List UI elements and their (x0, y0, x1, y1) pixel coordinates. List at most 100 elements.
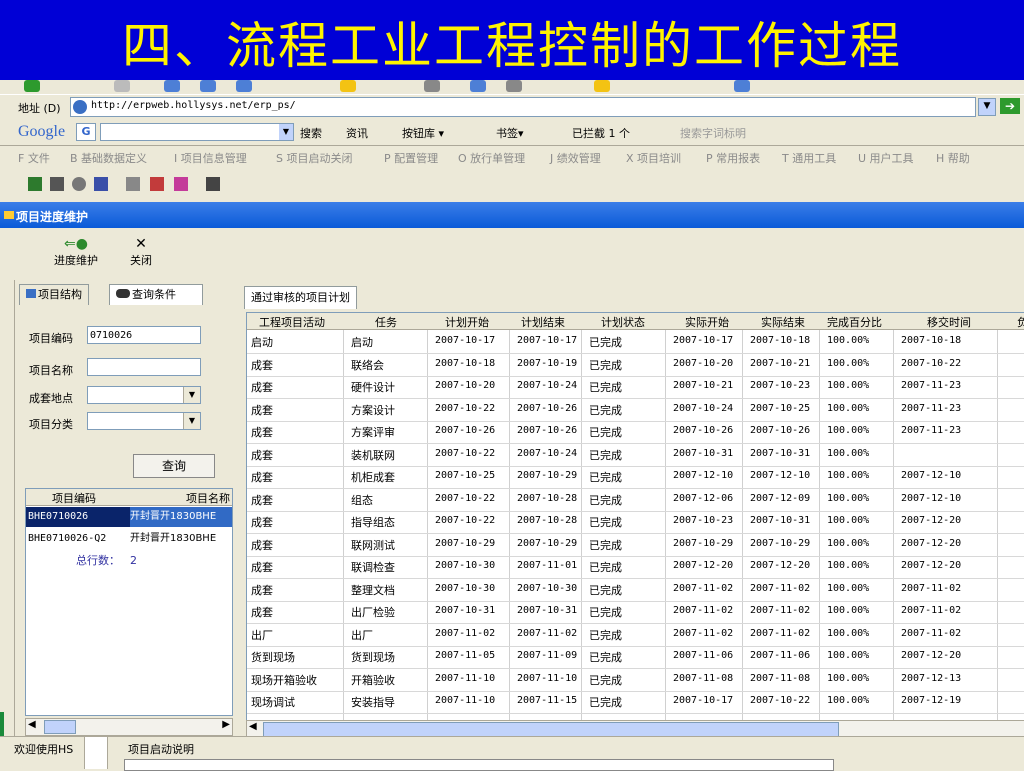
filter-icon[interactable] (174, 177, 188, 191)
menu-config[interactable]: P 配置管理 (384, 150, 438, 166)
table-row[interactable]: 现场调试 安装指导 2007-11-10 2007-11-15 已完成 2007-10-1… (247, 691, 1024, 714)
table-row[interactable]: 成套 装机联网 2007-10-22 2007-10-24 已完成 2007-10-31 2… (247, 444, 1024, 467)
table-row[interactable]: 出厂 出厂 2007-11-02 2007-11-02 已完成 2007-11-02 200… (247, 624, 1024, 647)
row-code: BHE0710026 (26, 507, 130, 527)
address-input[interactable]: http://erpweb.hollysys.net/erp_ps/ (70, 97, 976, 117)
exit-icon[interactable] (206, 177, 220, 191)
query-button[interactable]: 查询 (133, 454, 215, 478)
location-select[interactable]: ▼ (87, 386, 201, 404)
document-icon[interactable] (126, 177, 140, 191)
google-news-button[interactable]: 资讯 (346, 125, 368, 141)
cell-activity: 成套 (251, 381, 273, 394)
table-row[interactable]: 成套 出厂检验 2007-10-31 2007-10-31 已完成 2007-11-02 2… (247, 601, 1024, 624)
scroll-right-icon[interactable]: ▶ (222, 719, 230, 730)
table-row[interactable]: 成套 方案评审 2007-10-26 2007-10-26 已完成 2007-10-26 2… (247, 421, 1024, 444)
scroll-left-icon[interactable]: ◀ (28, 719, 36, 730)
table-row[interactable]: 成套 硬件设计 2007-10-20 2007-10-24 已完成 2007-10-21 2… (247, 376, 1024, 399)
google-bookmarks-button[interactable]: 书签▾ (496, 125, 524, 141)
table-row[interactable]: 启动 启动 2007-10-17 2007-10-17 已完成 2007-10-17 200… (247, 331, 1024, 354)
cell-completion: 100.00% (827, 357, 870, 369)
table-icon[interactable] (94, 177, 108, 191)
messenger-icon[interactable] (734, 80, 750, 92)
scroll-thumb[interactable] (263, 722, 839, 737)
cell-completion: 100.00% (827, 335, 870, 346)
cell-plan-start: 2007-10-22 (435, 515, 496, 526)
cell-actual-start: 2007-11-06 (673, 650, 734, 661)
table-row[interactable]: 现场开箱验收 开箱验收 2007-11-10 2007-11-10 已完成 2007-11… (247, 669, 1024, 692)
print-icon[interactable] (150, 177, 164, 191)
table-row[interactable]: 成套 联络会 2007-10-18 2007-10-19 已完成 2007-10-20 20… (247, 354, 1024, 377)
refresh-icon[interactable] (200, 80, 216, 92)
history-icon[interactable] (424, 80, 440, 92)
table-row[interactable]: 成套 联调检查 2007-10-30 2007-11-01 已完成 2007-12-20 2… (247, 556, 1024, 579)
tab-project-structure[interactable]: 项目结构 (19, 284, 89, 305)
cell-actual-start: 2007-10-21 (673, 380, 734, 391)
table-row[interactable]: 成套 组态 2007-10-22 2007-10-28 已完成 2007-12-06 200… (247, 489, 1024, 512)
cell-plan-status: 已完成 (589, 516, 622, 529)
google-search-dropdown-icon[interactable]: ▼ (279, 124, 293, 140)
cell-activity: 成套 (251, 606, 273, 619)
table-row[interactable]: 成套 整理文档 2007-10-30 2007-10-30 已完成 2007-11-02 2… (247, 579, 1024, 602)
cell-plan-end: 2007-10-19 (517, 357, 578, 369)
address-dropdown-icon[interactable]: ▼ (978, 98, 996, 116)
menu-tools[interactable]: T 通用工具 (782, 150, 836, 166)
project-name-input[interactable] (87, 358, 201, 376)
google-buttons-button[interactable]: 按钮库 ▾ (402, 125, 444, 141)
google-highlight-button[interactable]: 搜索字词标明 (680, 125, 746, 141)
menu-basic-data[interactable]: B 基础数据定义 (70, 150, 147, 166)
stop-icon[interactable] (164, 80, 180, 92)
cell-plan-start: 2007-10-29 (435, 537, 496, 549)
left-horizontal-scrollbar[interactable]: ◀ ▶ (25, 718, 233, 736)
menu-release[interactable]: O 放行单管理 (458, 150, 525, 166)
go-arrow-icon[interactable]: ➔ (1000, 98, 1020, 114)
print-icon[interactable] (506, 80, 522, 92)
menu-project-start-close[interactable]: S 项目启动关闭 (276, 150, 352, 166)
edit-icon[interactable] (594, 80, 610, 92)
menu-file[interactable]: F 文件 (18, 150, 50, 166)
table-row[interactable]: 成套 指导组态 2007-10-22 2007-10-28 已完成 2007-10-23 2… (247, 511, 1024, 534)
back-icon[interactable] (24, 80, 40, 92)
cell-actual-start: 2007-12-10 (673, 470, 734, 481)
forward-icon[interactable] (114, 80, 130, 92)
table-row[interactable]: BHE0710026-Q2 开封晋开1830BHE (26, 529, 232, 549)
table-row[interactable]: 成套 联网测试 2007-10-29 2007-10-29 已完成 2007-10-29 2… (247, 534, 1024, 557)
user-icon[interactable] (72, 177, 86, 191)
scroll-thumb[interactable] (44, 720, 76, 734)
cell-plan-end: 2007-11-15 (517, 695, 578, 706)
cell-completion: 100.00% (827, 515, 870, 526)
menu-reports[interactable]: P 常用报表 (706, 150, 760, 166)
progress-maintain-button[interactable]: ⇐● 进度维护 (48, 236, 104, 268)
cell-plan-start: 2007-10-18 (435, 357, 496, 369)
tab-query-conditions[interactable]: 查询条件 (109, 284, 203, 305)
menu-training[interactable]: X 项目培训 (626, 150, 681, 166)
cell-actual-end: 2007-12-10 (750, 470, 811, 481)
home-icon[interactable] (236, 80, 252, 92)
table-row[interactable]: 成套 机柜成套 2007-10-25 2007-10-29 已完成 2007-12-10 2… (247, 466, 1024, 489)
google-search-input[interactable]: ▼ (100, 123, 294, 141)
category-select[interactable]: ▼ (87, 412, 201, 430)
structure-icon[interactable] (28, 177, 42, 191)
favorites-icon[interactable] (340, 80, 356, 92)
cell-actual-end: 2007-10-22 (750, 695, 811, 706)
menu-user-tools[interactable]: U 用户工具 (858, 150, 914, 166)
cell-handover: 2007-11-23 (901, 380, 962, 391)
close-button[interactable]: ✕ 关闭 (124, 236, 158, 268)
tab-approved-plan[interactable]: 通过审核的项目计划 (244, 286, 357, 309)
total-value: 2 (130, 554, 137, 567)
table-row[interactable]: BHE0710026 开封晋开1830BHE (26, 507, 232, 527)
google-popup-blocked[interactable]: 已拦截 1 个 (572, 125, 630, 141)
grid-icon[interactable] (50, 177, 64, 191)
mail-icon[interactable] (470, 80, 486, 92)
cell-task: 启动 (351, 336, 373, 349)
google-g-button[interactable]: G (76, 123, 96, 141)
google-search-button[interactable]: 搜索 (300, 125, 322, 141)
menu-project-info[interactable]: I 项目信息管理 (174, 150, 247, 166)
table-row[interactable]: 货到现场 货到现场 2007-11-05 2007-11-09 已完成 2007-11-0… (247, 646, 1024, 669)
project-start-desc-input[interactable] (124, 759, 834, 771)
project-code-input[interactable]: 0710026 (87, 326, 201, 344)
scroll-left-icon[interactable]: ◀ (249, 721, 257, 732)
menu-performance[interactable]: J 绩效管理 (550, 150, 601, 166)
chevron-down-icon: ▼ (183, 413, 200, 429)
menu-help[interactable]: H 帮助 (936, 150, 970, 166)
table-row[interactable]: 成套 方案设计 2007-10-22 2007-10-26 已完成 2007-10-24 2… (247, 399, 1024, 422)
